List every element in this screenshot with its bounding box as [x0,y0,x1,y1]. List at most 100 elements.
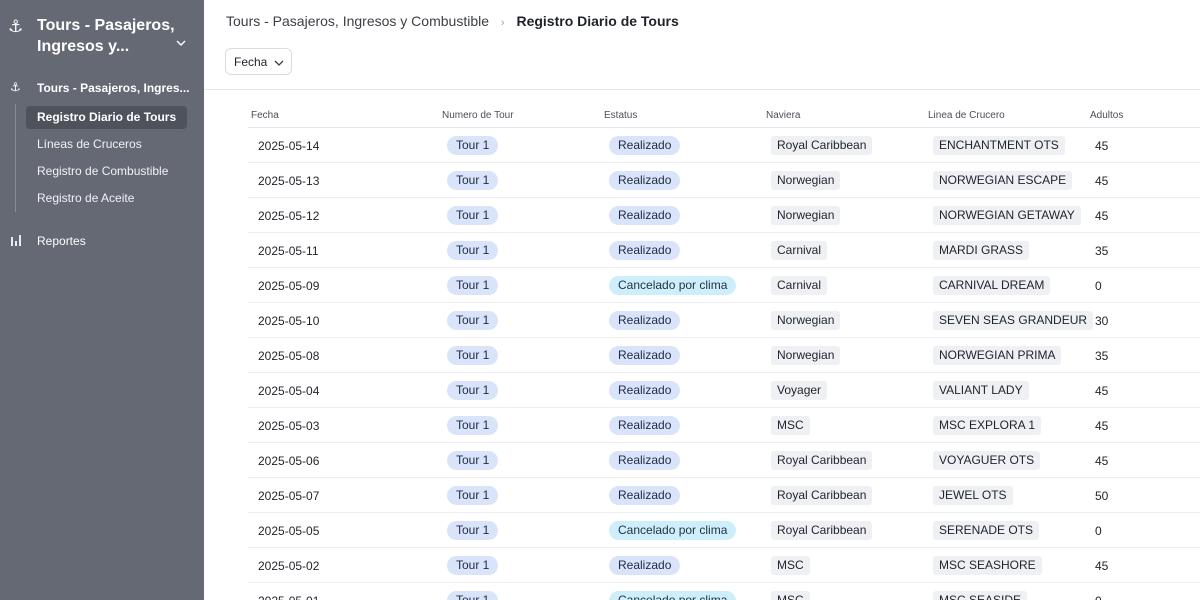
table-row[interactable]: 2025-05-06 Tour 1 Realizado Royal Caribbean… [248,443,1200,478]
naviera-tag: Royal Caribbean [771,451,873,470]
cell-numero-tour: Tour 1 [447,268,499,303]
chevron-right-icon: › [500,17,505,29]
ship-tag: SERENADE OTS [933,521,1040,540]
column-header-fecha[interactable]: Fecha [251,110,279,121]
adults-count: 50 [1095,488,1109,503]
chevron-down-icon [176,40,186,46]
tour-badge: Tour 1 [447,556,499,575]
ship-tag: JEWEL OTS [933,486,1013,505]
date-text: 2025-05-07 [258,488,320,503]
status-badge: Realizado [609,486,681,505]
cell-fecha: 2025-05-03 [258,408,319,443]
table-row[interactable]: 2025-05-05 Tour 1 Cancelado por clima Royal… [248,513,1200,548]
cell-estatus: Realizado [609,548,681,583]
ship-tag: ENCHANTMENT OTS [933,136,1065,155]
sidebar-item-lineas-cruceros[interactable]: Líneas de Cruceros [26,133,187,156]
sidebar-section-label: Tours - Pasajeros, Ingres... [37,81,190,95]
cell-naviera: Norwegian [771,198,841,233]
ship-tag: MSC SEASHORE [933,556,1042,575]
anchor-icon: ⚓ [10,80,21,94]
table-row[interactable]: 2025-05-02 Tour 1 Realizado MSC MSC SEASHORE… [248,548,1200,583]
table-row[interactable]: 2025-05-09 Tour 1 Cancelado por clima Carni… [248,268,1200,303]
adults-count: 30 [1095,313,1109,328]
cell-linea-crucero: MARDI GRASS [933,233,1030,268]
naviera-tag: Norwegian [771,206,841,225]
cell-adultos: 0 [1095,268,1102,303]
cell-fecha: 2025-05-11 [258,233,319,268]
tours-table: Fecha Numero de Tour Estatus Naviera Lin… [248,104,1200,600]
table-row[interactable]: 2025-05-14 Tour 1 Realizado Royal Caribbean… [248,128,1200,163]
adults-count: 45 [1095,383,1109,398]
sidebar-section-tours[interactable]: ⚓ Tours - Pasajeros, Ingres... [0,78,204,98]
status-badge: Realizado [609,311,681,330]
column-header-linea-crucero[interactable]: Linea de Crucero [928,110,1005,121]
table-row[interactable]: 2025-05-04 Tour 1 Realizado Voyager VALIANT … [248,373,1200,408]
date-filter-button[interactable]: Fecha [225,48,292,75]
column-header-estatus[interactable]: Estatus [604,110,637,121]
cell-estatus: Realizado [609,478,681,513]
date-text: 2025-05-04 [258,383,320,398]
tour-badge: Tour 1 [447,521,499,540]
sidebar-item-registro-combustible[interactable]: Registro de Combustible [26,160,187,183]
sidebar-item-label: Reportes [37,234,86,248]
cell-fecha: 2025-05-13 [258,163,319,198]
ship-tag: NORWEGIAN GETAWAY [933,206,1081,225]
ship-tag: VOYAGUER OTS [933,451,1041,470]
status-badge: Realizado [609,381,681,400]
date-text: 2025-05-08 [258,348,320,363]
table-row[interactable]: 2025-05-08 Tour 1 Realizado Norwegian NORWEG… [248,338,1200,373]
table-row[interactable]: 2025-05-13 Tour 1 Realizado Norwegian NORWEG… [248,163,1200,198]
cell-fecha: 2025-05-12 [258,198,319,233]
table-row[interactable]: 2025-05-10 Tour 1 Realizado Norwegian SEVEN … [248,303,1200,338]
cell-linea-crucero: JEWEL OTS [933,478,1013,513]
naviera-tag: Royal Caribbean [771,136,873,155]
tour-badge: Tour 1 [447,171,499,190]
cell-linea-crucero: SERENADE OTS [933,513,1040,548]
cell-naviera: MSC [771,583,810,600]
cell-fecha: 2025-05-04 [258,373,319,408]
naviera-tag: MSC [771,556,810,575]
cell-estatus: Realizado [609,163,681,198]
table-row[interactable]: 2025-05-12 Tour 1 Realizado Norwegian NORWEG… [248,198,1200,233]
cell-naviera: Royal Caribbean [771,478,873,513]
tour-badge: Tour 1 [447,311,499,330]
date-text: 2025-05-14 [258,138,320,153]
tour-badge: Tour 1 [447,381,499,400]
cell-fecha: 2025-05-02 [258,548,319,583]
sidebar-item-registro-diario[interactable]: Registro Diario de Tours [26,106,187,129]
cell-numero-tour: Tour 1 [447,478,499,513]
status-badge: Realizado [609,416,681,435]
ship-tag: VALIANT LADY [933,381,1029,400]
column-header-naviera[interactable]: Naviera [766,110,800,121]
cell-adultos: 45 [1095,163,1108,198]
date-text: 2025-05-05 [258,523,320,538]
tour-badge: Tour 1 [447,416,499,435]
cell-numero-tour: Tour 1 [447,548,499,583]
column-header-adultos[interactable]: Adultos [1090,110,1123,121]
table-row[interactable]: 2025-05-11 Tour 1 Realizado Carnival MARDI G… [248,233,1200,268]
cell-linea-crucero: MSC SEASHORE [933,548,1042,583]
naviera-tag: Royal Caribbean [771,486,873,505]
cell-naviera: MSC [771,408,810,443]
adults-count: 35 [1095,348,1109,363]
table-row[interactable]: 2025-05-01 Tour 1 Cancelado por clima MSC MS… [248,583,1200,600]
table-body: 2025-05-14 Tour 1 Realizado Royal Caribbean… [248,128,1200,600]
cell-numero-tour: Tour 1 [447,408,499,443]
table-row[interactable]: 2025-05-07 Tour 1 Realizado Royal Caribbean… [248,478,1200,513]
cell-estatus: Realizado [609,408,681,443]
naviera-tag: Norwegian [771,311,841,330]
app-switcher[interactable]: ⚓ Tours - Pasajeros, Ingresos y... [0,0,204,72]
cell-estatus: Realizado [609,233,681,268]
ship-tag: SEVEN SEAS GRANDEUR [933,311,1094,330]
cell-linea-crucero: SEVEN SEAS GRANDEUR [933,303,1094,338]
date-text: 2025-05-12 [258,208,320,223]
breadcrumb-parent[interactable]: Tours - Pasajeros, Ingresos y Combustibl… [226,13,489,29]
cell-numero-tour: Tour 1 [447,303,499,338]
table-row[interactable]: 2025-05-03 Tour 1 Realizado MSC MSC EXPLORA … [248,408,1200,443]
sidebar-item-reportes[interactable]: Reportes [0,231,204,251]
cell-adultos: 0 [1095,583,1102,600]
ship-tag: NORWEGIAN PRIMA [933,346,1062,365]
sidebar-item-registro-aceite[interactable]: Registro de Aceite [26,187,187,210]
cell-naviera: Royal Caribbean [771,128,873,163]
column-header-numero-tour[interactable]: Numero de Tour [442,110,514,121]
